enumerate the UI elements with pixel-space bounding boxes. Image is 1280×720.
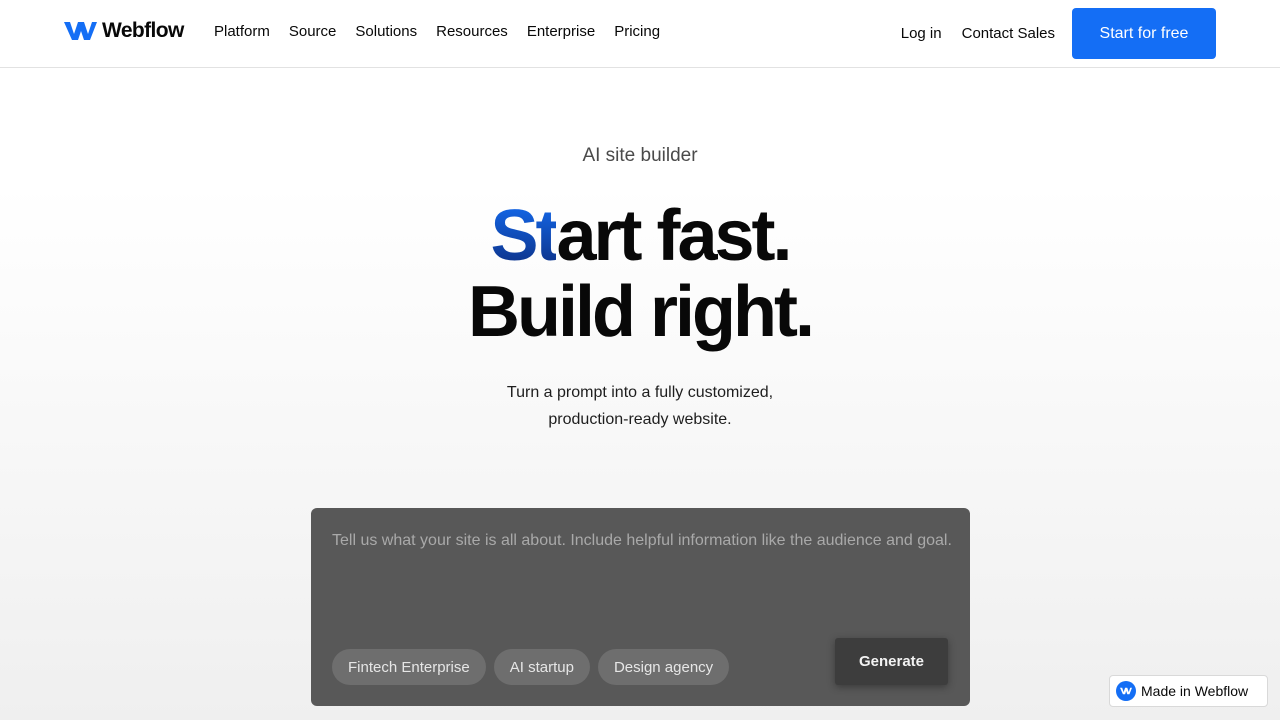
hero-subhead: Turn a prompt into a fully customized, p…: [440, 379, 840, 433]
chip-fintech-enterprise[interactable]: Fintech Enterprise: [332, 649, 486, 685]
subhead-line1: Turn a prompt into a fully customized,: [506, 384, 774, 401]
hero-eyebrow: AI site builder: [582, 145, 698, 166]
nav-solutions[interactable]: Solutions: [355, 22, 417, 42]
logo-wordmark: Webflow: [102, 19, 184, 42]
nav-enterprise[interactable]: Enterprise: [527, 22, 595, 42]
nav-platform[interactable]: Platform: [214, 22, 270, 42]
top-navigation: Webflow Platform Source Solutions Resour…: [0, 0, 1280, 68]
prompt-suggestions: Fintech Enterprise AI startup Design age…: [332, 649, 730, 685]
hero-headline: Start fast. Build right.: [0, 198, 1280, 350]
chip-ai-startup[interactable]: AI startup: [493, 649, 590, 685]
login-link[interactable]: Log in: [901, 25, 942, 42]
start-for-free-button[interactable]: Start for free: [1072, 8, 1216, 59]
contact-sales-link[interactable]: Contact Sales: [962, 25, 1055, 42]
nav-source[interactable]: Source: [289, 22, 337, 42]
nav-resources[interactable]: Resources: [436, 22, 508, 42]
site-prompt-input[interactable]: [332, 528, 952, 588]
chip-design-agency[interactable]: Design agency: [597, 649, 730, 685]
headline-line1-rest: art fast.: [556, 196, 792, 276]
nav-actions: Log in Contact Sales Start for free: [901, 8, 1216, 59]
primary-menu: Platform Source Solutions Resources Ente…: [214, 22, 660, 42]
made-in-webflow-badge[interactable]: Made in Webflow: [1109, 675, 1268, 707]
webflow-logo[interactable]: Webflow: [64, 20, 184, 42]
headline-line2: Build right.: [468, 272, 815, 352]
subhead-line2: production-ready website.: [548, 411, 732, 428]
nav-pricing[interactable]: Pricing: [614, 22, 660, 42]
generate-button[interactable]: Generate: [835, 638, 948, 685]
headline-accent: St: [490, 196, 559, 276]
badge-label: Made in Webflow: [1141, 683, 1249, 699]
badge-logo-mark: [1120, 687, 1132, 695]
webflow-logo-icon: [64, 22, 97, 40]
webflow-logo-icon: [1116, 681, 1136, 701]
prompt-panel: Fintech Enterprise AI startup Design age…: [311, 508, 970, 706]
